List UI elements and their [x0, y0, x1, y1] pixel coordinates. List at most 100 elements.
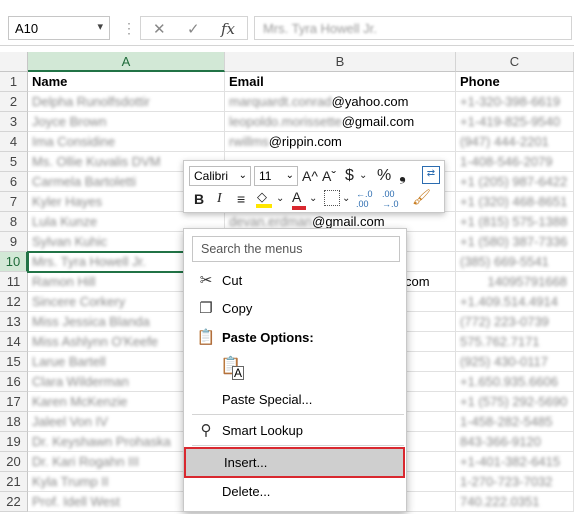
row-header[interactable]: 6	[0, 172, 28, 192]
cell-email[interactable]: leopoldo.morissette@gmail.com	[225, 112, 456, 132]
cell-phone[interactable]: +1 (320) 468-8651	[456, 192, 574, 212]
name-box[interactable]: A10 ▾	[8, 16, 110, 40]
cell-name[interactable]: Delpha Runolfsdottir	[28, 92, 225, 112]
font-color-icon[interactable]: A	[292, 188, 306, 210]
menu-item-insert[interactable]: Insert...	[184, 447, 405, 478]
row-header[interactable]: 21	[0, 472, 28, 492]
chevron-down-icon[interactable]: ⌄	[342, 190, 350, 208]
select-all-corner[interactable]	[0, 52, 28, 72]
header-cell-name[interactable]: Name	[28, 72, 225, 92]
chevron-down-icon[interactable]: ⌄	[359, 167, 367, 185]
shrink-font-icon[interactable]: Aˇ	[322, 167, 336, 185]
row-header[interactable]: 14	[0, 332, 28, 352]
row-header[interactable]: 10	[0, 252, 28, 272]
menu-item-smart-lookup[interactable]: ⚲ Smart Lookup	[184, 417, 406, 445]
cell-phone[interactable]: +1 (205) 987-6422	[456, 172, 574, 192]
cell-phone[interactable]: (385) 669-5541	[456, 252, 574, 272]
italic-button[interactable]: I	[217, 190, 222, 208]
format-painter-icon[interactable]: 🖌	[412, 189, 431, 207]
cell-phone[interactable]: 740.222.0351	[456, 492, 574, 512]
increase-decimal-icon[interactable]: ←.0 .00	[356, 189, 378, 209]
chevron-down-icon[interactable]: ▾	[97, 20, 103, 33]
row-header[interactable]: 17	[0, 392, 28, 412]
cell-phone[interactable]: (772) 223-0739	[456, 312, 574, 332]
row-header[interactable]: 22	[0, 492, 28, 512]
cell-email[interactable]: marquardt.conrad@yahoo.com	[225, 92, 456, 112]
row-header[interactable]: 4	[0, 132, 28, 152]
bold-button[interactable]: B	[194, 190, 204, 208]
row-header[interactable]: 13	[0, 312, 28, 332]
chevron-down-icon[interactable]: ⌄	[276, 190, 284, 208]
column-header-a[interactable]: A	[28, 52, 225, 72]
cell-phone[interactable]: 1-458-282-5485	[456, 412, 574, 432]
borders-icon[interactable]	[324, 190, 340, 206]
cell-phone[interactable]: 843-366-9120	[456, 432, 574, 452]
menu-item-copy[interactable]: ❐ Copy	[184, 295, 406, 323]
column-header-b[interactable]: B	[225, 52, 456, 72]
row-header[interactable]: 8	[0, 212, 28, 232]
cell-phone[interactable]: 14095791668	[456, 272, 574, 292]
enter-icon[interactable]: ✓	[187, 20, 200, 38]
formula-input[interactable]: Mrs. Tyra Howell Jr.	[254, 16, 572, 40]
menu-search-input[interactable]: Search the menus	[192, 236, 400, 262]
currency-format-icon[interactable]: $	[345, 167, 354, 185]
row-header[interactable]: 16	[0, 372, 28, 392]
copy-icon: ❐	[199, 300, 213, 317]
menu-item-delete[interactable]: Delete...	[184, 478, 406, 506]
menu-separator	[192, 414, 404, 415]
paste-options-label: Paste Options:	[222, 330, 314, 345]
cell-phone[interactable]: +1-401-382-6415	[456, 452, 574, 472]
cell-phone[interactable]: 575.762.7171	[456, 332, 574, 352]
cell-phone[interactable]: +1-419-825-9540	[456, 112, 574, 132]
cell-name[interactable]: Joyce Brown	[28, 112, 225, 132]
insert-function-icon[interactable]: fx	[221, 20, 235, 38]
row-header[interactable]: 7	[0, 192, 28, 212]
font-name-select[interactable]: Calibri ⌄	[189, 166, 251, 186]
align-center-icon[interactable]: ≡	[237, 190, 245, 208]
cell-phone[interactable]: +1.650.935.6606	[456, 372, 574, 392]
cell-phone-text: 740.222.0351	[460, 494, 540, 509]
cell-name-text: Clara Wilderman	[32, 374, 129, 389]
row-header[interactable]: 3	[0, 112, 28, 132]
cell-phone[interactable]: +1 (815) 575-1388	[456, 212, 574, 232]
header-cell-email[interactable]: Email	[225, 72, 456, 92]
cell-phone[interactable]: (947) 444-2201	[456, 132, 574, 152]
cell-phone[interactable]: 1-408-546-2079	[456, 152, 574, 172]
cancel-icon[interactable]: ✕	[153, 20, 166, 38]
row-header[interactable]: 5	[0, 152, 28, 172]
column-header-c[interactable]: C	[456, 52, 574, 72]
header-cell-phone[interactable]: Phone	[456, 72, 574, 92]
row-header[interactable]: 2	[0, 92, 28, 112]
cell-phone[interactable]: +1-320-398-6619	[456, 92, 574, 112]
cell-phone[interactable]: +1 (575) 292-5690	[456, 392, 574, 412]
scissors-icon: ✂	[199, 272, 213, 289]
cell-phone[interactable]: (925) 430-0117	[456, 352, 574, 372]
percent-style-icon[interactable]: %	[377, 167, 391, 185]
grow-font-icon[interactable]: A^	[302, 167, 318, 185]
row-header[interactable]: 9	[0, 232, 28, 252]
chevron-down-icon[interactable]: ⌄	[309, 190, 317, 208]
row-header[interactable]: 12	[0, 292, 28, 312]
cell-email[interactable]: rwillms@rippin.com	[225, 132, 456, 152]
cell-phone[interactable]: +1.409.514.4914	[456, 292, 574, 312]
comma-style-icon[interactable]: ❟	[399, 165, 406, 183]
cell-phone[interactable]: +1 (580) 387-7336	[456, 232, 574, 252]
decrease-decimal-icon[interactable]: .00 →.0	[382, 189, 404, 209]
cell-phone[interactable]: 1-270-723-7032	[456, 472, 574, 492]
menu-item-cut[interactable]: ✂ Cut	[184, 267, 406, 295]
wrap-text-icon[interactable]: ⇄	[422, 166, 440, 184]
row-header[interactable]: 18	[0, 412, 28, 432]
font-size-select[interactable]: 11 ⌄	[254, 166, 298, 186]
fill-color-icon[interactable]: ◇	[256, 189, 272, 208]
row-header[interactable]: 15	[0, 352, 28, 372]
menu-item-cut-label: Cut	[222, 273, 243, 288]
cell-name[interactable]: Ima Considine	[28, 132, 225, 152]
row-header[interactable]: 1	[0, 72, 28, 92]
cell-phone-text: 575.762.7171	[460, 334, 540, 349]
menu-item-paste-special[interactable]: Paste Special...	[184, 386, 406, 414]
row-header[interactable]: 20	[0, 452, 28, 472]
row-header[interactable]: 19	[0, 432, 28, 452]
paste-options-header: 📋 Paste Options:	[184, 324, 406, 352]
paste-button[interactable]: 📋 A	[220, 356, 245, 382]
row-header[interactable]: 11	[0, 272, 28, 292]
